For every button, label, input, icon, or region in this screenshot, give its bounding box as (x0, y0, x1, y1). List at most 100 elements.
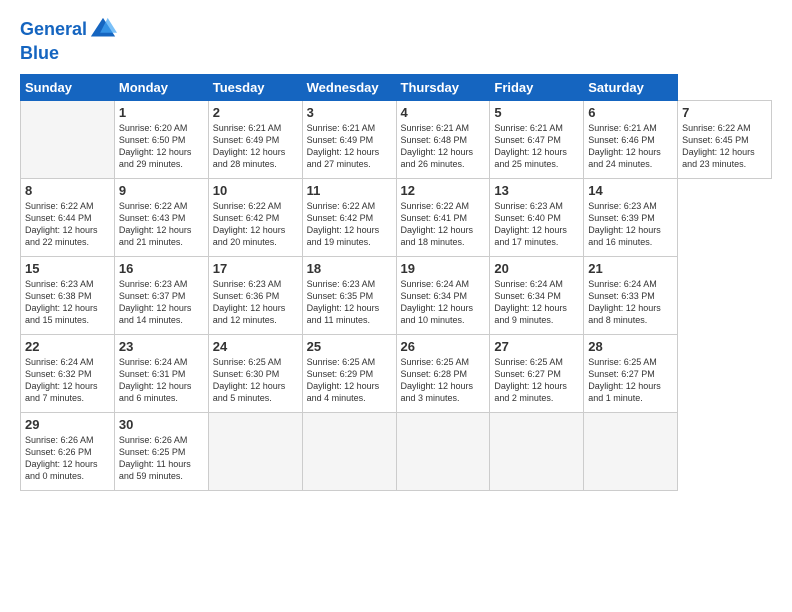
day-info: Sunrise: 6:26 AMSunset: 6:25 PMDaylight:… (119, 435, 191, 481)
day-cell-7: 7 Sunrise: 6:22 AMSunset: 6:45 PMDaylight… (678, 100, 772, 178)
day-info: Sunrise: 6:26 AMSunset: 6:26 PMDaylight:… (25, 435, 98, 481)
day-number: 16 (119, 261, 204, 276)
day-number: 20 (494, 261, 579, 276)
day-info: Sunrise: 6:24 AMSunset: 6:34 PMDaylight:… (401, 279, 474, 325)
day-number: 5 (494, 105, 579, 120)
day-cell-14: 14 Sunrise: 6:23 AMSunset: 6:39 PMDayligh… (584, 178, 678, 256)
day-number: 29 (25, 417, 110, 432)
day-number: 4 (401, 105, 486, 120)
day-info: Sunrise: 6:20 AMSunset: 6:50 PMDaylight:… (119, 123, 192, 169)
page-container: General Blue SundayMondayTuesdayWednesda… (0, 0, 792, 501)
day-number: 22 (25, 339, 110, 354)
day-cell-9: 9 Sunrise: 6:22 AMSunset: 6:43 PMDaylight… (114, 178, 208, 256)
day-info: Sunrise: 6:23 AMSunset: 6:38 PMDaylight:… (25, 279, 98, 325)
day-cell-4: 4 Sunrise: 6:21 AMSunset: 6:48 PMDaylight… (396, 100, 490, 178)
day-number: 10 (213, 183, 298, 198)
day-cell-1: 1 Sunrise: 6:20 AMSunset: 6:50 PMDaylight… (114, 100, 208, 178)
day-info: Sunrise: 6:21 AMSunset: 6:48 PMDaylight:… (401, 123, 474, 169)
day-info: Sunrise: 6:25 AMSunset: 6:29 PMDaylight:… (307, 357, 380, 403)
header-wednesday: Wednesday (302, 74, 396, 100)
day-cell-8: 8Sunrise: 6:22 AMSunset: 6:44 PMDaylight… (21, 178, 115, 256)
empty-cell (490, 412, 584, 490)
day-cell-28: 28 Sunrise: 6:25 AMSunset: 6:27 PMDayligh… (584, 334, 678, 412)
day-number: 6 (588, 105, 673, 120)
day-info: Sunrise: 6:23 AMSunset: 6:40 PMDaylight:… (494, 201, 567, 247)
day-cell-17: 17Sunrise: 6:23 AMSunset: 6:36 PMDayligh… (208, 256, 302, 334)
day-cell-30: 30 Sunrise: 6:26 AMSunset: 6:25 PMDayligh… (114, 412, 208, 490)
day-cell-29: 29 Sunrise: 6:26 AMSunset: 6:26 PMDayligh… (21, 412, 115, 490)
day-info: Sunrise: 6:25 AMSunset: 6:30 PMDaylight:… (213, 357, 286, 403)
day-number: 8 (25, 183, 110, 198)
day-info: Sunrise: 6:23 AMSunset: 6:36 PMDaylight:… (213, 279, 286, 325)
day-cell-10: 10 Sunrise: 6:22 AMSunset: 6:42 PMDayligh… (208, 178, 302, 256)
day-cell-3: 3 Sunrise: 6:21 AMSunset: 6:49 PMDaylight… (302, 100, 396, 178)
day-cell-25: 25Sunrise: 6:25 AMSunset: 6:29 PMDayligh… (302, 334, 396, 412)
day-number: 9 (119, 183, 204, 198)
day-info: Sunrise: 6:23 AMSunset: 6:39 PMDaylight:… (588, 201, 661, 247)
day-cell-15: 15 Sunrise: 6:23 AMSunset: 6:38 PMDayligh… (21, 256, 115, 334)
day-info: Sunrise: 6:25 AMSunset: 6:28 PMDaylight:… (401, 357, 474, 403)
week-row-2: 15 Sunrise: 6:23 AMSunset: 6:38 PMDayligh… (21, 256, 772, 334)
header-saturday: Saturday (584, 74, 678, 100)
day-number: 26 (401, 339, 486, 354)
day-info: Sunrise: 6:22 AMSunset: 6:45 PMDaylight:… (682, 123, 755, 169)
day-cell-20: 20 Sunrise: 6:24 AMSunset: 6:34 PMDayligh… (490, 256, 584, 334)
day-number: 2 (213, 105, 298, 120)
day-info: Sunrise: 6:23 AMSunset: 6:37 PMDaylight:… (119, 279, 192, 325)
day-cell-21: 21Sunrise: 6:24 AMSunset: 6:33 PMDayligh… (584, 256, 678, 334)
logo-text-line2: Blue (20, 44, 117, 64)
header-row: SundayMondayTuesdayWednesdayThursdayFrid… (21, 74, 772, 100)
day-cell-19: 19Sunrise: 6:24 AMSunset: 6:34 PMDayligh… (396, 256, 490, 334)
day-number: 3 (307, 105, 392, 120)
day-info: Sunrise: 6:24 AMSunset: 6:32 PMDaylight:… (25, 357, 98, 403)
empty-cell (21, 100, 115, 178)
day-cell-2: 2 Sunrise: 6:21 AMSunset: 6:49 PMDaylight… (208, 100, 302, 178)
day-info: Sunrise: 6:22 AMSunset: 6:41 PMDaylight:… (401, 201, 474, 247)
day-cell-16: 16 Sunrise: 6:23 AMSunset: 6:37 PMDayligh… (114, 256, 208, 334)
day-cell-6: 6 Sunrise: 6:21 AMSunset: 6:46 PMDaylight… (584, 100, 678, 178)
day-cell-22: 22 Sunrise: 6:24 AMSunset: 6:32 PMDayligh… (21, 334, 115, 412)
day-number: 12 (401, 183, 486, 198)
header-sunday: Sunday (21, 74, 115, 100)
week-row-0: 1 Sunrise: 6:20 AMSunset: 6:50 PMDaylight… (21, 100, 772, 178)
day-cell-27: 27Sunrise: 6:25 AMSunset: 6:27 PMDayligh… (490, 334, 584, 412)
day-info: Sunrise: 6:21 AMSunset: 6:46 PMDaylight:… (588, 123, 661, 169)
empty-cell (584, 412, 678, 490)
day-info: Sunrise: 6:22 AMSunset: 6:42 PMDaylight:… (307, 201, 380, 247)
empty-cell (302, 412, 396, 490)
header-thursday: Thursday (396, 74, 490, 100)
day-cell-13: 13Sunrise: 6:23 AMSunset: 6:40 PMDayligh… (490, 178, 584, 256)
day-number: 30 (119, 417, 204, 432)
day-number: 1 (119, 105, 204, 120)
day-cell-12: 12 Sunrise: 6:22 AMSunset: 6:41 PMDayligh… (396, 178, 490, 256)
day-cell-23: 23Sunrise: 6:24 AMSunset: 6:31 PMDayligh… (114, 334, 208, 412)
header-monday: Monday (114, 74, 208, 100)
week-row-3: 22 Sunrise: 6:24 AMSunset: 6:32 PMDayligh… (21, 334, 772, 412)
day-number: 23 (119, 339, 204, 354)
day-info: Sunrise: 6:21 AMSunset: 6:49 PMDaylight:… (213, 123, 286, 169)
day-info: Sunrise: 6:25 AMSunset: 6:27 PMDaylight:… (588, 357, 661, 403)
day-info: Sunrise: 6:25 AMSunset: 6:27 PMDaylight:… (494, 357, 567, 403)
day-number: 14 (588, 183, 673, 198)
day-number: 24 (213, 339, 298, 354)
header-tuesday: Tuesday (208, 74, 302, 100)
week-row-4: 29 Sunrise: 6:26 AMSunset: 6:26 PMDayligh… (21, 412, 772, 490)
day-info: Sunrise: 6:24 AMSunset: 6:34 PMDaylight:… (494, 279, 567, 325)
day-number: 28 (588, 339, 673, 354)
day-cell-26: 26 Sunrise: 6:25 AMSunset: 6:28 PMDayligh… (396, 334, 490, 412)
logo-icon (89, 16, 117, 44)
empty-cell (396, 412, 490, 490)
day-number: 7 (682, 105, 767, 120)
day-cell-5: 5Sunrise: 6:21 AMSunset: 6:47 PMDaylight… (490, 100, 584, 178)
day-number: 18 (307, 261, 392, 276)
day-info: Sunrise: 6:23 AMSunset: 6:35 PMDaylight:… (307, 279, 380, 325)
day-info: Sunrise: 6:24 AMSunset: 6:33 PMDaylight:… (588, 279, 661, 325)
day-number: 11 (307, 183, 392, 198)
empty-cell (208, 412, 302, 490)
logo-text-line1: General (20, 20, 87, 40)
day-info: Sunrise: 6:22 AMSunset: 6:42 PMDaylight:… (213, 201, 286, 247)
day-cell-24: 24 Sunrise: 6:25 AMSunset: 6:30 PMDayligh… (208, 334, 302, 412)
day-info: Sunrise: 6:22 AMSunset: 6:43 PMDaylight:… (119, 201, 192, 247)
day-info: Sunrise: 6:21 AMSunset: 6:49 PMDaylight:… (307, 123, 380, 169)
day-number: 15 (25, 261, 110, 276)
